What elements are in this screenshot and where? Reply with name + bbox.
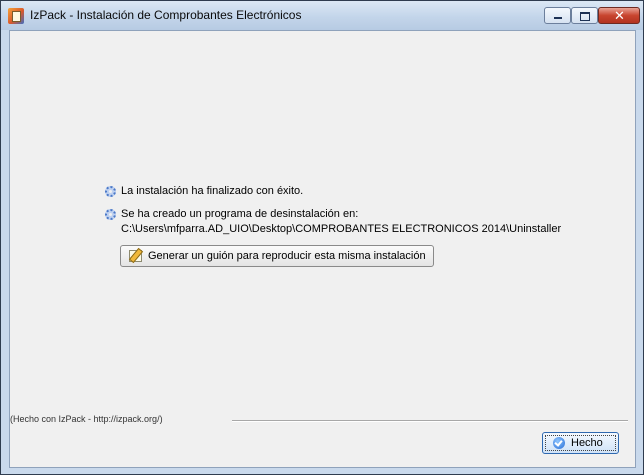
maximize-icon bbox=[580, 12, 590, 21]
window-title: IzPack - Instalación de Comprobantes Ele… bbox=[30, 8, 302, 22]
edit-script-icon bbox=[129, 250, 142, 262]
installer-window: IzPack - Instalación de Comprobantes Ele… bbox=[0, 0, 644, 475]
app-icon bbox=[8, 8, 24, 24]
footer-separator bbox=[232, 420, 628, 422]
close-icon: ✕ bbox=[614, 8, 625, 23]
generate-script-label: Generar un guión para reproducir esta mi… bbox=[148, 250, 426, 262]
info-gear-icon bbox=[105, 186, 116, 197]
finish-panel: La instalación ha finalizado con éxito. … bbox=[9, 30, 636, 468]
done-button-label: Hecho bbox=[571, 437, 603, 449]
success-message: La instalación ha finalizado con éxito. bbox=[121, 185, 304, 197]
close-button[interactable]: ✕ bbox=[598, 7, 640, 24]
minimize-button[interactable] bbox=[544, 7, 571, 24]
generate-script-button[interactable]: Generar un guión para reproducir esta mi… bbox=[120, 245, 434, 267]
title-bar[interactable]: IzPack - Instalación de Comprobantes Ele… bbox=[1, 1, 643, 30]
uninstaller-path: C:\Users\mfparra.AD_UIO\Desktop\COMPROBA… bbox=[121, 223, 562, 235]
done-button[interactable]: Hecho bbox=[542, 432, 619, 454]
maximize-button[interactable] bbox=[571, 7, 598, 24]
uninstaller-message: Se ha creado un programa de desinstalaci… bbox=[121, 208, 359, 220]
izpack-credit: (Hecho con IzPack - http://izpack.org/) bbox=[10, 414, 163, 424]
check-icon bbox=[553, 437, 565, 449]
minimize-icon bbox=[554, 17, 562, 19]
info-gear-icon bbox=[105, 209, 116, 220]
